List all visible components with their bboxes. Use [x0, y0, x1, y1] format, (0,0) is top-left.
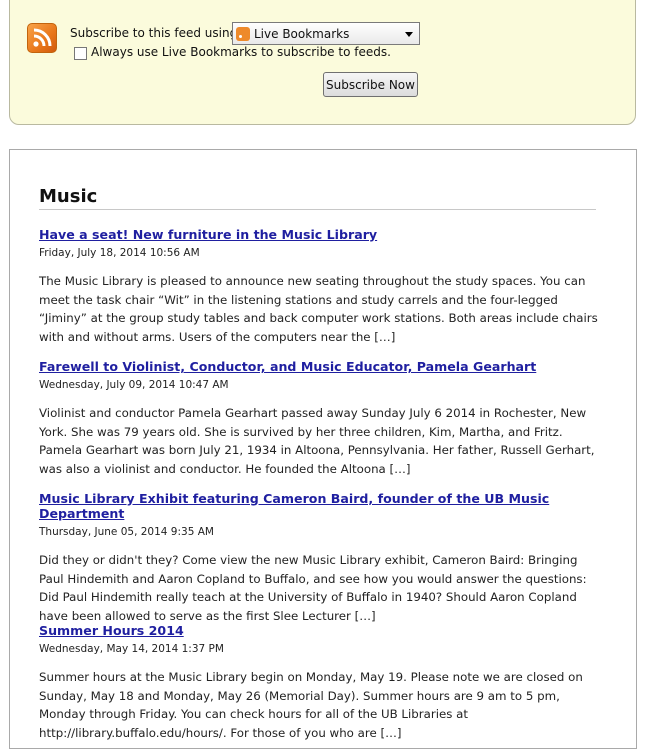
entry-date: Friday, July 18, 2014 10:56 AM: [39, 247, 200, 259]
always-use-checkbox[interactable]: [74, 47, 87, 60]
subscribe-panel: Subscribe to this feed using Live Bookma…: [9, 0, 636, 125]
entry-summary: Violinist and conductor Pamela Gearhart …: [39, 406, 595, 476]
feed-title: Music: [39, 186, 596, 210]
entry-title-link[interactable]: Have a seat! New furniture in the Music …: [39, 227, 604, 242]
feed-entry: Farewell to Violinist, Conductor, and Mu…: [39, 359, 604, 478]
subscribe-label: Subscribe to this feed using: [70, 26, 238, 40]
feed-entry: Have a seat! New furniture in the Music …: [39, 227, 604, 346]
entry-summary: Did they or didn't they? Come view the n…: [39, 553, 587, 623]
feed-entry: Summer Hours 2014 Wednesday, May 14, 201…: [39, 623, 604, 742]
feed-reader-select[interactable]: Live Bookmarks: [232, 22, 420, 45]
dropdown-arrow-icon: [405, 32, 413, 37]
live-bookmarks-icon: [236, 26, 250, 41]
entry-title-link[interactable]: Summer Hours 2014: [39, 623, 604, 638]
feed-reader-selected: Live Bookmarks: [254, 26, 350, 41]
entry-title-link[interactable]: Farewell to Violinist, Conductor, and Mu…: [39, 359, 604, 374]
entry-title-link[interactable]: Music Library Exhibit featuring Cameron …: [39, 491, 604, 521]
subscribe-now-button[interactable]: Subscribe Now: [323, 72, 418, 97]
entry-summary: The Music Library is pleased to announce…: [39, 274, 598, 344]
entry-date: Wednesday, May 14, 2014 1:37 PM: [39, 643, 224, 655]
entry-date: Thursday, June 05, 2014 9:35 AM: [39, 526, 214, 538]
entry-date: Wednesday, July 09, 2014 10:47 AM: [39, 379, 229, 391]
always-use-label: Always use Live Bookmarks to subscribe t…: [91, 45, 391, 59]
rss-feed-icon: [27, 23, 57, 53]
feed-content: Music Have a seat! New furniture in the …: [9, 149, 637, 749]
feed-entry: Music Library Exhibit featuring Cameron …: [39, 491, 604, 625]
